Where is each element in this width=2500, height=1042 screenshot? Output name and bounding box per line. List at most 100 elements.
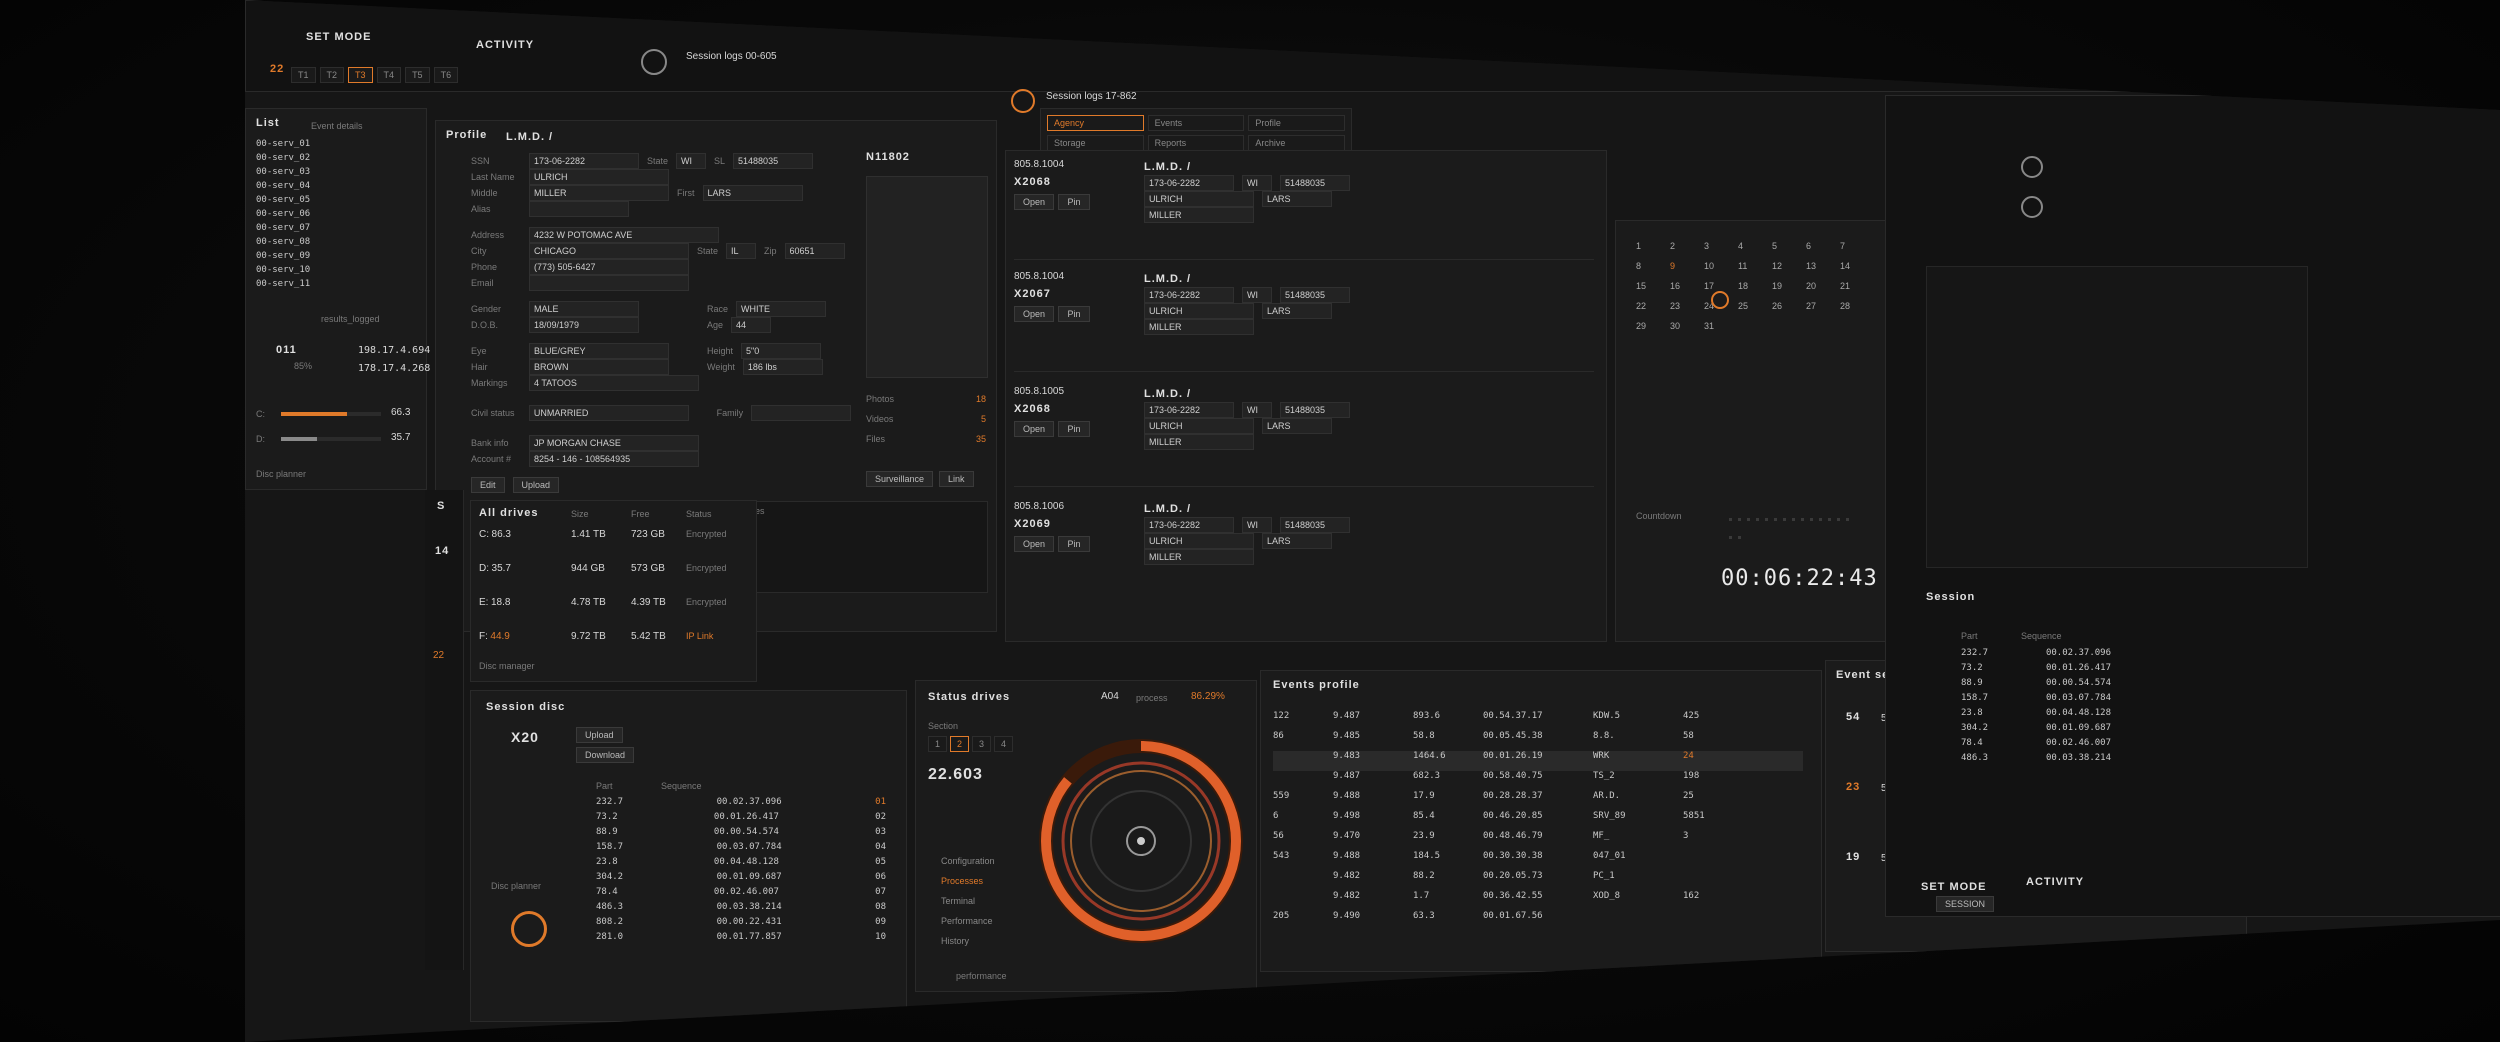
set-mode-label[interactable]: SET MODE <box>306 31 371 43</box>
session-button[interactable]: SESSION <box>1936 896 1995 912</box>
email-field[interactable] <box>529 275 689 291</box>
record-ssn[interactable]: 173-06-2282 <box>1144 402 1234 418</box>
calendar-day[interactable]: 27 <box>1806 301 1840 311</box>
record-ssn[interactable]: 173-06-2282 <box>1144 287 1234 303</box>
alias-field[interactable] <box>529 201 629 217</box>
calendar-day[interactable]: 4 <box>1738 241 1772 251</box>
city-field[interactable]: CHICAGO <box>529 243 689 259</box>
table-row[interactable]: 281.0 00.01.77.857 10 <box>596 932 886 947</box>
table-row[interactable]: 304.2 00.01.09.687 <box>1961 723 2111 738</box>
calendar-day[interactable]: 25 <box>1738 301 1772 311</box>
calendar-day[interactable]: 14 <box>1840 261 1874 271</box>
menu-item[interactable]: Terminal <box>941 891 995 911</box>
section-tab[interactable]: 3 <box>972 736 992 752</box>
calendar-day[interactable]: 7 <box>1840 241 1874 251</box>
table-row[interactable]: 73.2 00.01.26.417 02 <box>596 812 886 827</box>
menu-item[interactable]: Configuration <box>941 851 995 871</box>
calendar-day[interactable]: 15 <box>1636 281 1670 291</box>
age-field[interactable]: 44 <box>731 317 772 333</box>
header-tab[interactable]: T3 <box>348 67 373 83</box>
calendar-day[interactable]: 19 <box>1772 281 1806 291</box>
record-card[interactable]: 805.8.1005 X2068 Open Pin L.M.D. / 173-0… <box>1014 386 1594 487</box>
section-tab[interactable]: 2 <box>950 736 970 752</box>
calendar-day[interactable]: 30 <box>1670 321 1704 331</box>
family-dropdown[interactable] <box>751 405 851 421</box>
calendar-day[interactable]: 17 <box>1704 281 1738 291</box>
target-icon[interactable] <box>1011 89 1035 113</box>
table-row[interactable]: 158.7 00.03.07.784 04 <box>596 842 886 857</box>
open-button[interactable]: Open <box>1014 194 1055 210</box>
menu-tab-agency[interactable]: Agency <box>1047 115 1144 131</box>
table-row[interactable]: 559 9.488 17.9 00.28.28.37 AR.D. 25 <box>1273 791 1803 811</box>
table-row[interactable]: 6 9.498 85.4 00.46.20.85 SRV_89 5851 <box>1273 811 1803 831</box>
record-first[interactable]: LARS <box>1262 303 1332 319</box>
record-ssn[interactable]: 173-06-2282 <box>1144 517 1234 533</box>
civil-status-dropdown[interactable]: UNMARRIED <box>528 405 689 421</box>
bank-info-field[interactable]: JP MORGAN CHASE <box>529 435 699 451</box>
record-card[interactable]: 805.8.1006 X2069 Open Pin L.M.D. / 173-0… <box>1014 501 1594 601</box>
calendar-day[interactable]: 5 <box>1772 241 1806 251</box>
open-button[interactable]: Open <box>1014 306 1055 322</box>
state-field[interactable]: WI <box>676 153 707 169</box>
calendar-day[interactable]: 3 <box>1704 241 1738 251</box>
address-field[interactable]: 4232 W POTOMAC AVE <box>529 227 719 243</box>
target-icon[interactable] <box>641 49 667 75</box>
table-row[interactable]: 23.8 00.04.48.128 05 <box>596 857 886 872</box>
ssn-field[interactable]: 173-06-2282 <box>529 153 639 169</box>
files-label[interactable]: Files <box>866 429 885 449</box>
photo-placeholder[interactable] <box>866 176 988 378</box>
surveillance-button[interactable]: Surveillance <box>866 471 934 487</box>
upload-disc-button[interactable]: Upload <box>576 727 623 743</box>
link-button[interactable]: Link <box>939 471 974 487</box>
record-middle[interactable]: MILLER <box>1144 434 1254 450</box>
table-row[interactable]: 232.7 00.02.37.096 <box>1961 648 2111 663</box>
pin-button[interactable]: Pin <box>1058 421 1090 437</box>
drive-row[interactable]: C: 86.3 1.41 TB 723 GB Encrypted <box>479 529 749 540</box>
record-sl[interactable]: 51488035 <box>1280 287 1350 303</box>
list-item[interactable]: 00-serv_07 <box>256 221 310 235</box>
videos-label[interactable]: Videos <box>866 409 893 429</box>
set-mode-label[interactable]: SET MODE <box>1921 881 1986 893</box>
header-tab[interactable]: T2 <box>319 67 345 83</box>
table-row[interactable]: 88.9 00.00.54.574 03 <box>596 827 886 842</box>
list-item[interactable]: 00-serv_09 <box>256 249 310 263</box>
pin-button[interactable]: Pin <box>1058 536 1090 552</box>
record-middle[interactable]: MILLER <box>1144 549 1254 565</box>
record-sl[interactable]: 51488035 <box>1280 402 1350 418</box>
list-item[interactable]: 00-serv_06 <box>256 207 310 221</box>
pin-button[interactable]: Pin <box>1058 306 1090 322</box>
list-item[interactable]: 00-serv_03 <box>256 165 310 179</box>
first-field[interactable]: LARS <box>702 185 803 201</box>
table-row[interactable]: 9.487 682.3 00.58.40.75 TS_2 198 <box>1273 771 1803 791</box>
account-field[interactable]: 8254 - 146 - 108564935 <box>529 451 699 467</box>
table-row[interactable]: 808.2 00.00.22.431 09 <box>596 917 886 932</box>
calendar-day[interactable]: 26 <box>1772 301 1806 311</box>
table-row[interactable]: 56 9.470 23.9 00.48.46.79 MF_ 3 <box>1273 831 1803 851</box>
state2-field[interactable]: IL <box>726 243 757 259</box>
table-row[interactable]: 88.9 00.00.54.574 <box>1961 678 2111 693</box>
zip-field[interactable]: 60651 <box>784 243 845 259</box>
calendar-day[interactable]: 28 <box>1840 301 1874 311</box>
drive-row[interactable]: F: 44.9 9.72 TB 5.42 TB IP Link <box>479 631 749 642</box>
list-item[interactable]: 00-serv_10 <box>256 263 310 277</box>
gender-field[interactable]: MALE <box>529 301 639 317</box>
calendar-day[interactable]: 31 <box>1704 321 1738 331</box>
sl-field[interactable]: 51488035 <box>733 153 814 169</box>
table-row[interactable]: 23.8 00.04.48.128 <box>1961 708 2111 723</box>
drive-row[interactable]: D: 35.7 944 GB 573 GB Encrypted <box>479 563 749 574</box>
calendar-day[interactable]: 21 <box>1840 281 1874 291</box>
calendar-day[interactable]: 29 <box>1636 321 1670 331</box>
menu-item[interactable]: Processes <box>941 871 995 891</box>
menu-tab-reports[interactable]: Reports <box>1147 135 1245 151</box>
list-item[interactable]: 00-serv_04 <box>256 179 310 193</box>
record-state[interactable]: WI <box>1242 517 1272 533</box>
record-state[interactable]: WI <box>1242 402 1272 418</box>
calendar-day[interactable]: 23 <box>1670 301 1704 311</box>
pin-button[interactable]: Pin <box>1058 194 1090 210</box>
notes-box[interactable]: Notes <box>736 501 988 593</box>
menu-item[interactable]: History <box>941 931 995 951</box>
record-ssn[interactable]: 173-06-2282 <box>1144 175 1234 191</box>
record-sl[interactable]: 51488035 <box>1280 517 1350 533</box>
table-row-selected[interactable]: 9.483 1464.6 00.01.26.19 WRK 24 <box>1273 751 1803 771</box>
open-button[interactable]: Open <box>1014 536 1055 552</box>
